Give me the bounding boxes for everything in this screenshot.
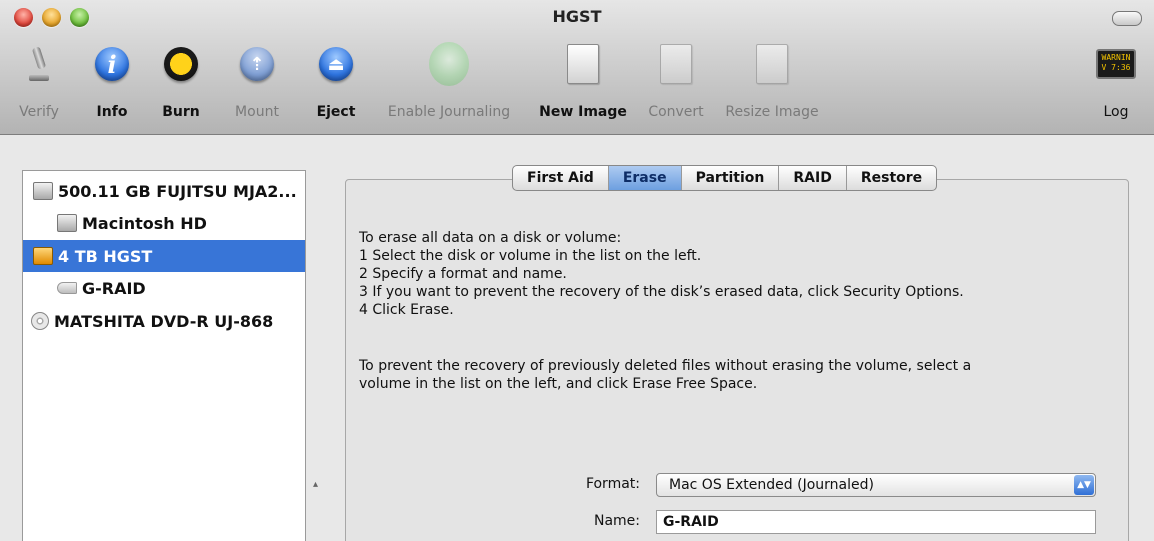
convert-button[interactable]: Convert (640, 42, 712, 130)
sidebar-item-macintosh-hd[interactable]: Macintosh HD (23, 207, 305, 239)
disk-list[interactable]: 500.11 GB FUJITSU MJA2... Macintosh HD 4… (22, 170, 306, 541)
sidebar-item-hgst[interactable]: 4 TB HGST (23, 240, 305, 272)
tab-restore[interactable]: Restore (847, 166, 936, 190)
journaling-icon (429, 42, 469, 86)
toolbar-toggle-button[interactable] (1112, 11, 1142, 26)
verify-button[interactable]: Verify (14, 42, 64, 130)
disk-utility-window: HGST Verify i Info Burn ⇡ Mount ⏏ Eject (0, 0, 1154, 541)
optical-drive-icon (31, 312, 49, 330)
resize-image-icon (752, 42, 792, 86)
new-image-icon (563, 42, 603, 86)
free-space-text: To prevent the recovery of previously de… (359, 358, 972, 374)
new-image-button[interactable]: New Image (536, 42, 630, 130)
eject-icon: ⏏ (316, 42, 356, 86)
erase-step: 3 If you want to prevent the recovery of… (359, 284, 964, 300)
convert-icon (656, 42, 696, 86)
log-icon: WARNIN V 7:36 (1096, 42, 1136, 86)
burn-button[interactable]: Burn (158, 42, 204, 130)
enable-journaling-button[interactable]: Enable Journaling (374, 42, 524, 130)
sidebar-item-fujitsu[interactable]: 500.11 GB FUJITSU MJA2... (23, 175, 305, 207)
erase-step: 1 Select the disk or volume in the list … (359, 248, 702, 264)
sidebar-item-dvd[interactable]: MATSHITA DVD-R UJ-868 (23, 305, 305, 337)
title-toolbar: HGST Verify i Info Burn ⇡ Mount ⏏ Eject (0, 0, 1154, 135)
eject-button[interactable]: ⏏ Eject (314, 42, 358, 130)
hard-disk-icon (33, 182, 53, 200)
tab-bar: First Aid Erase Partition RAID Restore (512, 165, 938, 191)
mount-button[interactable]: ⇡ Mount (228, 42, 286, 130)
main-content: 500.11 GB FUJITSU MJA2... Macintosh HD 4… (0, 135, 1154, 541)
stepper-arrows-icon: ▲▼ (1074, 475, 1094, 495)
name-label: Name: (593, 513, 640, 529)
tab-raid[interactable]: RAID (779, 166, 847, 190)
tab-first-aid[interactable]: First Aid (513, 166, 609, 190)
external-disk-icon (33, 247, 53, 265)
volume-icon (57, 214, 77, 232)
sidebar-item-g-raid[interactable]: G-RAID (23, 272, 305, 304)
volume-icon (57, 282, 77, 294)
format-select[interactable]: Mac OS Extended (Journaled) ▲▼ (656, 473, 1096, 497)
info-icon: i (92, 42, 132, 86)
microscope-icon (19, 42, 59, 86)
format-label: Format: (585, 476, 640, 492)
mount-icon: ⇡ (237, 42, 277, 86)
name-field[interactable]: G-RAID (656, 510, 1096, 534)
info-button[interactable]: i Info (92, 42, 132, 130)
erase-step: 2 Specify a format and name. (359, 266, 567, 282)
erase-step: 4 Click Erase. (359, 302, 454, 318)
window-title: HGST (552, 7, 602, 26)
free-space-text: volume in the list on the left, and clic… (359, 376, 758, 392)
tab-partition[interactable]: Partition (682, 166, 780, 190)
log-button[interactable]: WARNIN V 7:36 Log (1090, 42, 1142, 130)
tab-erase[interactable]: Erase (608, 166, 682, 190)
burn-icon (161, 42, 201, 86)
resize-image-button[interactable]: Resize Image (722, 42, 822, 130)
erase-intro: To erase all data on a disk or volume: (359, 230, 622, 246)
splitter-handle[interactable]: ▴ (313, 479, 318, 490)
